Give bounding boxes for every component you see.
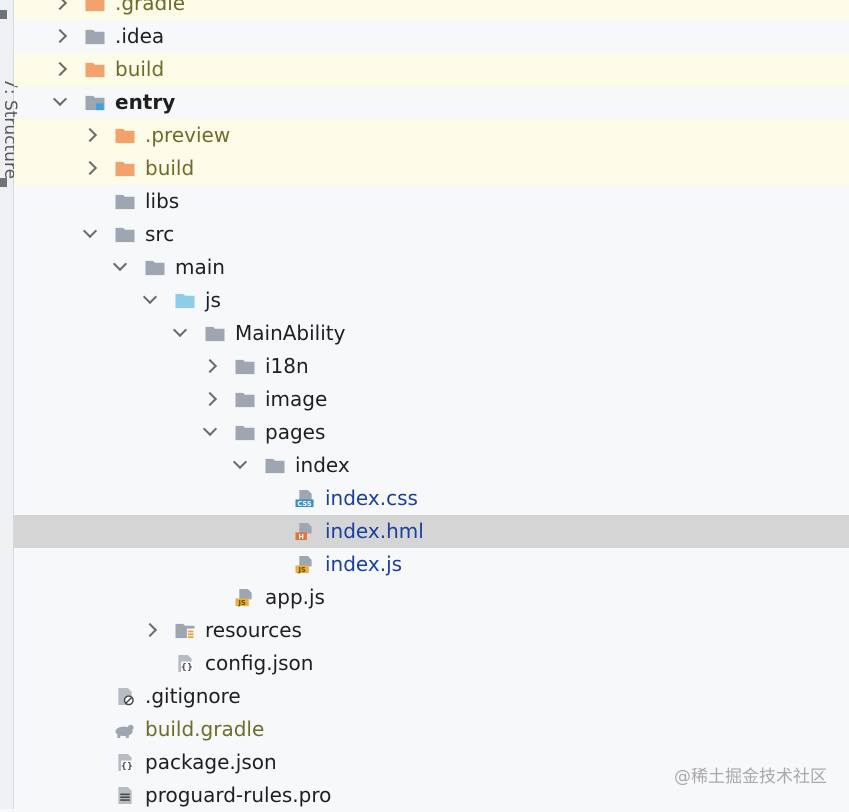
- chevron-right-icon[interactable]: [202, 391, 218, 407]
- folder-orange-icon: [85, 62, 105, 78]
- tree-item-label: package.json: [145, 750, 277, 774]
- tree-item-label: image: [265, 387, 328, 411]
- css-file-icon: CSS: [295, 489, 314, 508]
- tree-item-label: main: [175, 255, 225, 279]
- svg-text:H: H: [298, 533, 304, 541]
- svg-text:{}: {}: [121, 762, 133, 772]
- gradle-file-icon: [115, 724, 134, 739]
- tree-row[interactable]: build: [14, 53, 849, 86]
- tree-row[interactable]: JS index.js: [14, 548, 849, 581]
- chevron-right-icon[interactable]: [142, 622, 158, 638]
- tree-row[interactable]: js: [14, 284, 849, 317]
- folder-gray-icon: [265, 458, 285, 474]
- tree-row[interactable]: libs: [14, 185, 849, 218]
- tree-row[interactable]: .gitignore: [14, 680, 849, 713]
- js-file-icon: JS: [295, 555, 312, 574]
- tree-item-label: config.json: [205, 651, 314, 675]
- tree-item-label: resources: [205, 618, 302, 642]
- tree-row[interactable]: Hindex.hml: [14, 515, 849, 548]
- folder-gray-icon: [145, 260, 165, 276]
- tree-item-label: .idea: [115, 24, 165, 48]
- chevron-down-icon[interactable]: [112, 256, 128, 272]
- chevron-down-icon[interactable]: [142, 289, 158, 305]
- folder-orange-icon: [85, 0, 105, 12]
- tree-row[interactable]: pages: [14, 416, 849, 449]
- folder-gray-icon: [235, 425, 255, 441]
- tree-row[interactable]: .idea: [14, 20, 849, 53]
- chevron-down-icon[interactable]: [232, 454, 248, 470]
- tree-row[interactable]: {} config.json: [14, 647, 849, 680]
- tree-row[interactable]: main: [14, 251, 849, 284]
- tree-row[interactable]: .gradle: [14, 0, 849, 20]
- folder-gray-icon: [115, 227, 135, 243]
- chevron-right-icon[interactable]: [202, 358, 218, 374]
- folder-gray-icon: [85, 29, 105, 45]
- tree-item-label: build: [145, 156, 195, 180]
- tool-strip-marker: [0, 10, 7, 19]
- tree-row[interactable]: CSS index.css: [14, 482, 849, 515]
- text-file-icon: [118, 786, 132, 805]
- tree-item-label: src: [145, 222, 175, 246]
- tree-row[interactable]: build.gradle: [14, 713, 849, 746]
- folder-gray-icon: [205, 326, 225, 342]
- tree-item-label: entry: [115, 90, 176, 114]
- tool-strip-marker: [0, 178, 7, 187]
- chevron-right-icon[interactable]: [82, 160, 98, 176]
- tree-row[interactable]: entry: [14, 86, 849, 119]
- folder-gray-icon: [235, 359, 255, 375]
- tree-row[interactable]: index: [14, 449, 849, 482]
- tree-item-label: build.gradle: [145, 717, 265, 741]
- chevron-right-icon[interactable]: [82, 127, 98, 143]
- tree-row[interactable]: src: [14, 218, 849, 251]
- tree-item-label: .gradle: [115, 0, 186, 15]
- tree-item-label: MainAbility: [235, 321, 346, 345]
- chevron-right-icon[interactable]: [52, 61, 68, 77]
- tree-item-label: build: [115, 57, 165, 81]
- tree-item-label: i18n: [265, 354, 309, 378]
- svg-text:{}: {}: [181, 663, 193, 673]
- tree-item-label: index.hml: [325, 519, 424, 543]
- folder-gray-icon: [235, 392, 255, 408]
- svg-text:JS: JS: [238, 599, 246, 607]
- tree-row[interactable]: build: [14, 152, 849, 185]
- tree-item-label: .preview: [145, 123, 231, 147]
- json-file-icon: {}: [178, 654, 193, 673]
- tree-item-label: js: [205, 288, 221, 312]
- chevron-right-icon[interactable]: [52, 28, 68, 44]
- folder-gray-icon: [115, 194, 135, 210]
- json-file-icon: {}: [118, 753, 133, 772]
- tree-item-label: pages: [265, 420, 326, 444]
- tree-item-label: libs: [145, 189, 180, 213]
- folder-orange-icon: [115, 128, 135, 144]
- chevron-right-icon[interactable]: [52, 0, 68, 11]
- tree-row[interactable]: MainAbility: [14, 317, 849, 350]
- watermark: @稀土掘金技术社区: [674, 767, 827, 787]
- tree-item-label: index: [295, 453, 350, 477]
- tree-item-label: app.js: [265, 585, 325, 609]
- tree-item-label: index.js: [325, 552, 403, 576]
- tree-row[interactable]: .preview: [14, 119, 849, 152]
- module-folder-icon: [85, 95, 105, 111]
- chevron-down-icon[interactable]: [52, 91, 68, 107]
- ignored-file-icon: [118, 687, 134, 706]
- hml-file-icon: H: [295, 522, 312, 541]
- tree-row[interactable]: JS app.js: [14, 581, 849, 614]
- tree-item-label: .gitignore: [145, 684, 241, 708]
- chevron-down-icon[interactable]: [202, 421, 218, 437]
- svg-text:JS: JS: [298, 566, 306, 574]
- tree-row[interactable]: i18n: [14, 350, 849, 383]
- tree-item-label: index.css: [325, 486, 418, 510]
- project-tree[interactable]: .gradle .idea build entry .preview build libs s…: [14, 0, 849, 812]
- folder-orange-icon: [115, 161, 135, 177]
- chevron-down-icon[interactable]: [172, 322, 188, 338]
- svg-text:CSS: CSS: [297, 500, 311, 508]
- resources-folder-icon: [175, 623, 195, 640]
- tree-row[interactable]: image: [14, 383, 849, 416]
- folder-blue-icon: [175, 293, 195, 309]
- tree-item-label: proguard-rules.pro: [145, 783, 332, 807]
- tree-row[interactable]: resources: [14, 614, 849, 647]
- js-file-icon: JS: [235, 588, 252, 607]
- chevron-down-icon[interactable]: [82, 223, 98, 239]
- structure-tool-strip[interactable]: 7: Structure: [0, 0, 20, 809]
